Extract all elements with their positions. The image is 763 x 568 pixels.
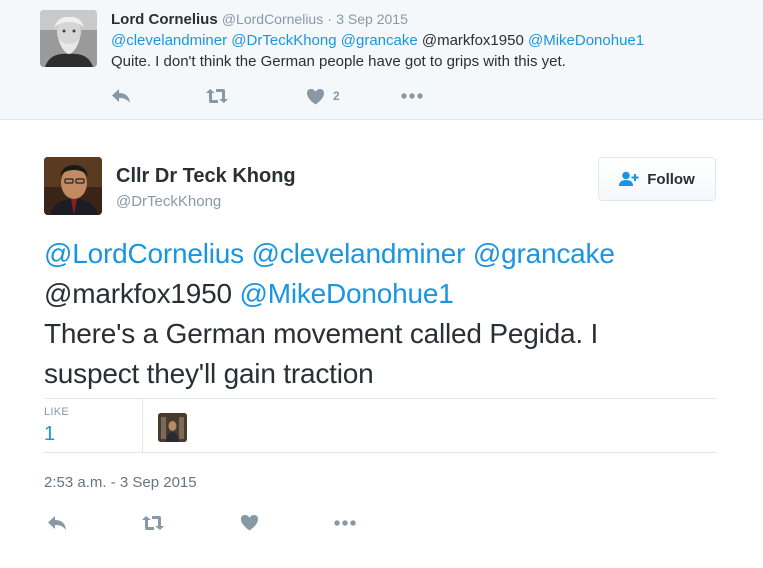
parent-separator: ·	[327, 11, 333, 27]
parent-tweet-header: Lord Cornelius @LordCornelius · 3 Sep 20…	[111, 10, 408, 29]
parent-author-handle[interactable]: @LordCornelius	[222, 11, 323, 27]
more-icon	[401, 93, 423, 99]
tweet-mentions-line-2: @markfox1950 @MikeDonohue1	[44, 274, 734, 314]
parent-like-button[interactable]: 2	[306, 86, 340, 106]
parent-more-button[interactable]	[401, 86, 423, 106]
reply-icon	[48, 516, 66, 530]
mention-link[interactable]: @MikeDonohue1	[528, 32, 644, 49]
mention-link[interactable]: @grancake	[473, 238, 615, 269]
divider-top	[44, 398, 716, 399]
reply-button[interactable]	[47, 513, 67, 533]
stats-separator	[142, 399, 143, 452]
parent-tweet-text: Quite. I don't think the German people h…	[111, 53, 566, 70]
reply-icon	[112, 89, 130, 103]
retweet-button[interactable]	[142, 513, 164, 533]
liker-avatar[interactable]	[158, 413, 187, 442]
follow-button-label: Follow	[647, 170, 695, 188]
parent-tweet: Lord Cornelius @LordCornelius · 3 Sep 20…	[0, 0, 763, 120]
avatar-teck-khong[interactable]	[44, 157, 102, 215]
retweet-icon	[206, 89, 228, 103]
divider-middle	[44, 452, 716, 453]
tweet-body-line-1: There's a German movement called Pegida.…	[44, 318, 599, 349]
author-handle[interactable]: @DrTeckKhong	[116, 193, 221, 210]
like-button[interactable]	[240, 512, 259, 532]
heart-icon	[241, 514, 258, 530]
author-name[interactable]: Cllr Dr Teck Khong	[116, 165, 296, 188]
tweet-mentions-line-1: @LordCornelius @clevelandminer @grancake	[44, 234, 734, 274]
like-stat-label: LIKE	[44, 406, 70, 418]
mention-link[interactable]: @clevelandminer	[111, 32, 227, 49]
like-stat-count[interactable]: 1	[44, 423, 55, 446]
tweet-body-line-2: suspect they'll gain traction	[44, 358, 374, 389]
parent-author-name[interactable]: Lord Cornelius	[111, 11, 218, 28]
mention-text: @markfox1950	[421, 32, 524, 49]
parent-mentions: @clevelandminer @DrTeckKhong @grancake @…	[111, 32, 644, 50]
more-button[interactable]	[334, 513, 356, 533]
mention-link[interactable]: @clevelandminer	[252, 238, 466, 269]
mention-link[interactable]: @LordCornelius	[44, 238, 244, 269]
mention-link[interactable]: @grancake	[341, 32, 418, 49]
follow-button[interactable]: Follow	[598, 157, 716, 201]
parent-retweet-button[interactable]	[206, 86, 228, 106]
retweet-icon	[142, 516, 164, 530]
mention-link[interactable]: @MikeDonohue1	[239, 278, 453, 309]
follow-user-plus-icon	[619, 171, 639, 186]
mention-text: @markfox1950	[44, 278, 232, 309]
mention-link[interactable]: @DrTeckKhong	[231, 32, 336, 49]
tweet-timestamp[interactable]: 2:53 a.m. - 3 Sep 2015	[44, 474, 197, 491]
parent-date[interactable]: 3 Sep 2015	[336, 11, 408, 27]
avatar-lord-cornelius[interactable]	[40, 10, 97, 67]
parent-like-count: 2	[333, 89, 340, 103]
more-icon	[334, 520, 356, 526]
heart-icon	[307, 88, 324, 104]
parent-reply-button[interactable]	[111, 86, 131, 106]
tweet-text: @LordCornelius @clevelandminer @grancake…	[44, 234, 734, 394]
